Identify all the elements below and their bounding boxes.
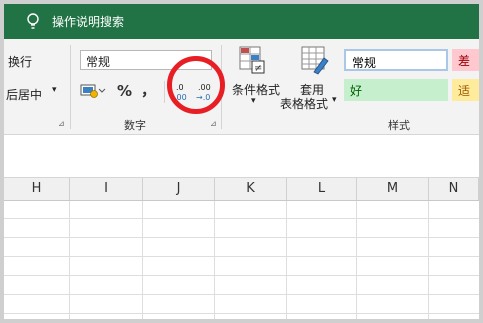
conditional-formatting-button[interactable]: 条件格式 <box>232 81 280 98</box>
format-as-table-button[interactable]: 表格格式 <box>280 95 328 112</box>
number-group-label: 数字 <box>124 119 146 132</box>
column-header-i[interactable]: I <box>70 178 143 200</box>
column-line <box>428 201 429 319</box>
conditional-formatting-icon[interactable]: ≠ <box>238 45 266 75</box>
row-line <box>4 294 479 295</box>
ribbon: 换行 后居中 ▾ ⊿ 常规 % ， .0 .00 .00 →.0 数字 ⊿ ≠ … <box>4 39 479 135</box>
toolbar-separator <box>164 81 165 103</box>
column-line <box>286 201 287 319</box>
wrap-text-button[interactable]: 换行 <box>8 53 32 70</box>
cell-style-neutral[interactable]: 适中 <box>452 79 479 101</box>
number-dialog-launcher-icon[interactable]: ⊿ <box>210 119 217 128</box>
column-header-j[interactable]: J <box>143 178 215 200</box>
accounting-format-icon[interactable] <box>80 83 106 99</box>
column-line <box>214 201 215 319</box>
column-header-h[interactable]: H <box>4 178 70 200</box>
column-header-k[interactable]: K <box>215 178 287 200</box>
highlight-circle <box>167 56 225 114</box>
comma-style-button[interactable]: ， <box>141 79 156 100</box>
cell-style-good[interactable]: 好 <box>344 79 448 101</box>
conditional-formatting-dropdown-icon[interactable]: ▾ <box>251 96 256 106</box>
row-line <box>4 256 479 257</box>
cell-style-bad[interactable]: 差 <box>452 49 479 71</box>
formula-bar-area <box>4 135 479 178</box>
column-headers: H I J K L M N <box>4 178 479 201</box>
format-as-table-dropdown-icon[interactable]: ▾ <box>332 95 337 105</box>
column-header-m[interactable]: M <box>357 178 429 200</box>
alignment-dialog-launcher-icon[interactable]: ⊿ <box>58 119 65 128</box>
row-line <box>4 275 479 276</box>
svg-text:≠: ≠ <box>254 63 262 74</box>
column-line <box>356 201 357 319</box>
column-line <box>142 201 143 319</box>
worksheet-grid[interactable] <box>4 201 479 319</box>
row-line <box>4 313 479 314</box>
column-header-l[interactable]: L <box>287 178 357 200</box>
format-as-table-icon[interactable] <box>300 45 330 75</box>
row-line <box>4 237 479 238</box>
group-separator <box>70 45 71 129</box>
merge-dropdown-icon[interactable]: ▾ <box>52 85 57 95</box>
row-line <box>4 218 479 219</box>
merge-center-button[interactable]: 后居中 <box>6 86 42 103</box>
lightbulb-icon <box>27 13 39 29</box>
styles-group-label: 样式 <box>388 119 410 132</box>
cell-style-normal[interactable]: 常规 <box>344 49 448 71</box>
title-bar: 操作说明搜索 <box>4 4 479 39</box>
column-header-n[interactable]: N <box>429 178 479 200</box>
tell-me-search[interactable]: 操作说明搜索 <box>52 13 124 30</box>
percent-style-button[interactable]: % <box>117 82 132 100</box>
column-line <box>69 201 70 319</box>
